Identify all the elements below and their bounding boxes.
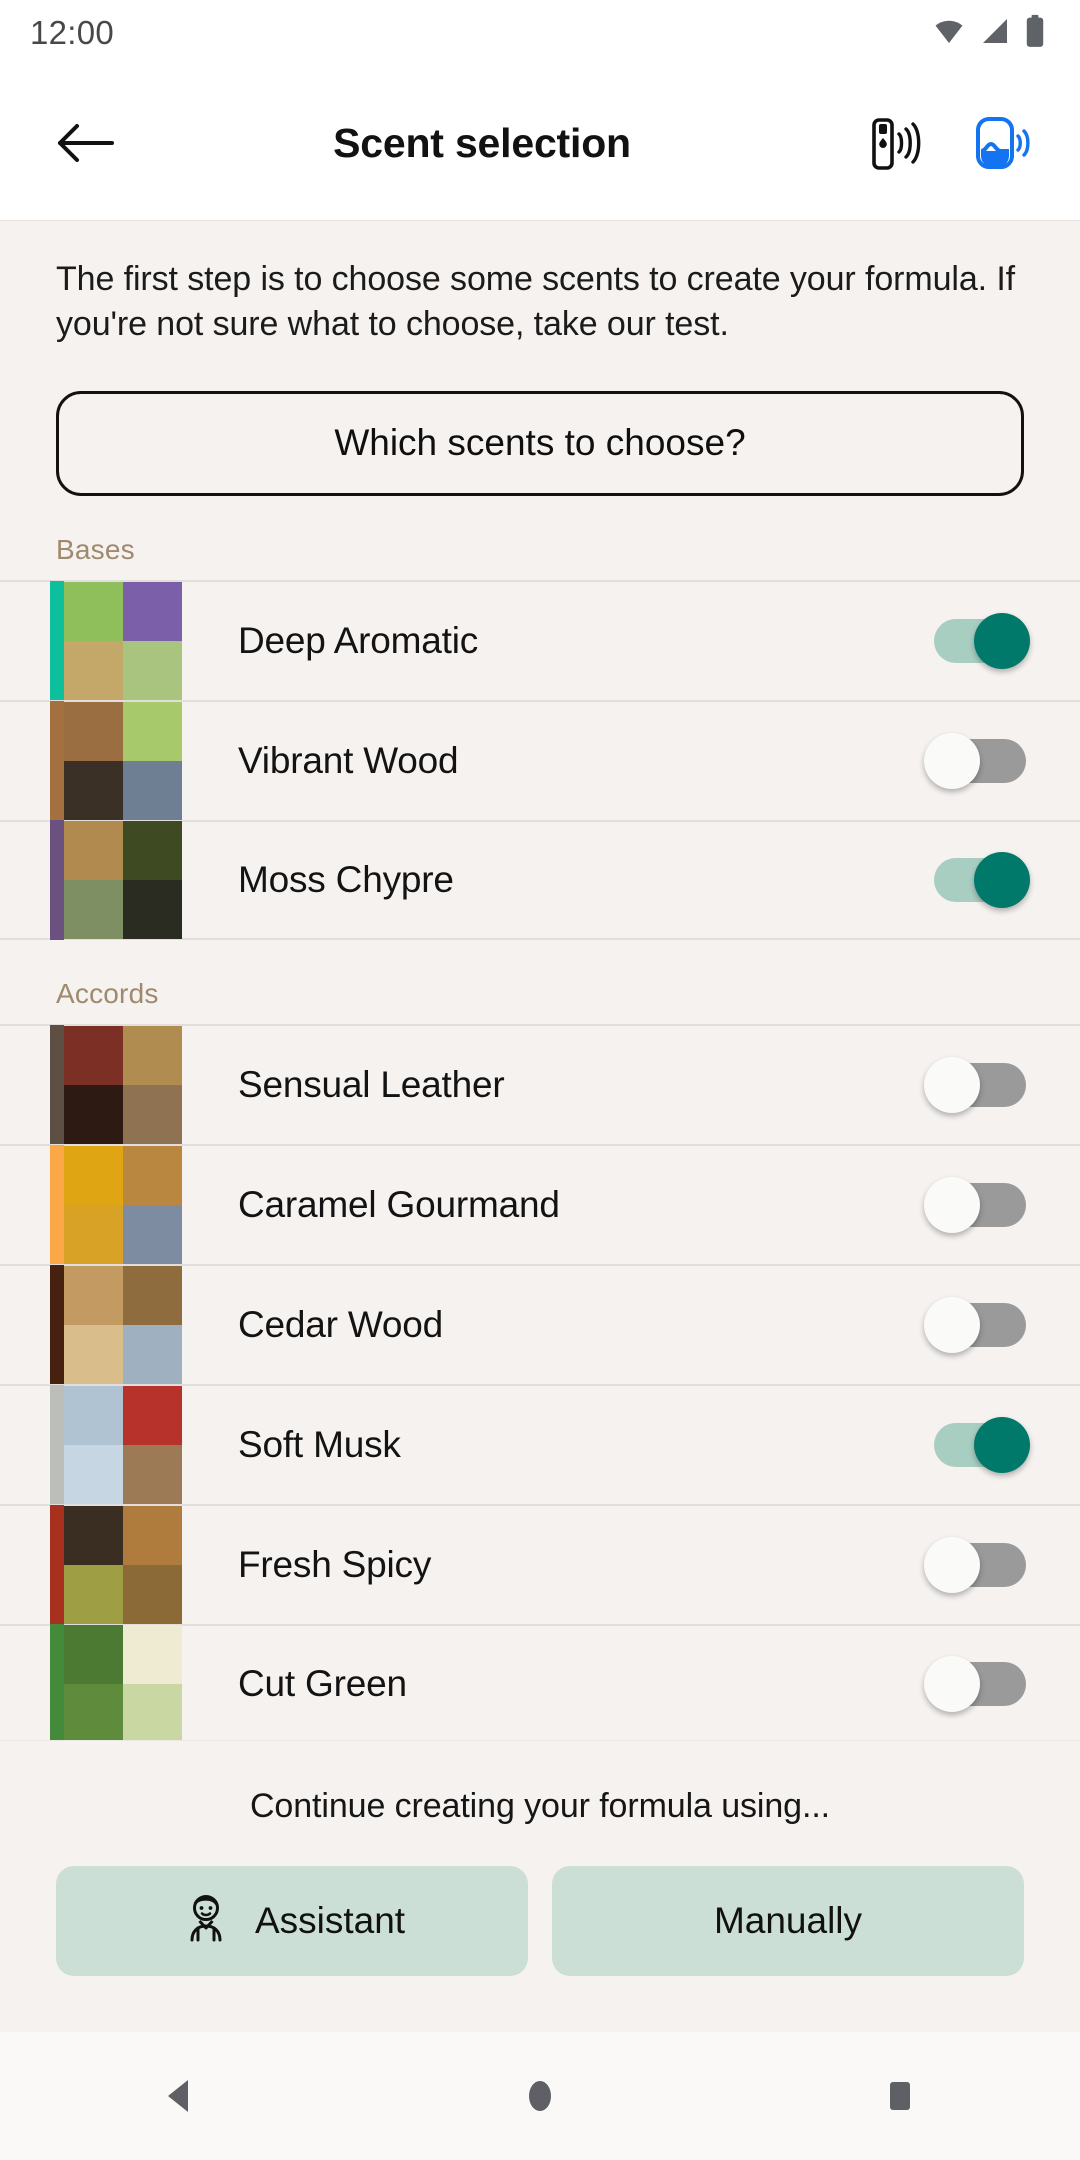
scent-row[interactable]: Soft Musk xyxy=(0,1383,1080,1505)
scent-label: Fresh Spicy xyxy=(238,1543,432,1585)
scent-accent-bar xyxy=(50,580,64,701)
scent-label: Soft Musk xyxy=(238,1423,401,1465)
manually-button-label: Manually xyxy=(713,1900,863,1941)
back-button[interactable] xyxy=(48,106,122,180)
scent-toggle[interactable] xyxy=(930,612,1030,669)
assistant-button-label: Assistant xyxy=(254,1900,406,1941)
scent-label: Sensual Leather xyxy=(238,1063,505,1105)
bottom-sheet-caption: Continue creating your formula using... xyxy=(249,1787,831,1825)
scent-list: Sensual Leather Caramel Gourmand Cedar Woo… xyxy=(0,1023,1080,1740)
scent-toggle[interactable] xyxy=(924,1176,1026,1233)
intro-text: The first step is to choose some scents … xyxy=(56,260,1016,343)
scent-accent-bar xyxy=(50,1264,64,1385)
scent-label: Moss Chypre xyxy=(238,858,454,900)
scent-accent-bar xyxy=(50,700,64,821)
nav-home-button[interactable] xyxy=(465,2032,615,2160)
scent-thumbnail xyxy=(64,820,182,939)
scent-thumbnail xyxy=(64,1505,182,1624)
scent-thumbnail xyxy=(64,1145,182,1264)
section-title-accords: Accords xyxy=(56,977,159,1009)
status-bar-clock: 12:00 xyxy=(30,14,115,51)
scent-thumbnail xyxy=(64,581,182,700)
scent-row[interactable]: Cedar Wood xyxy=(0,1263,1080,1385)
scent-row[interactable]: Caramel Gourmand xyxy=(0,1143,1080,1265)
toggle-knob xyxy=(924,1296,980,1353)
device-connected-icon xyxy=(976,117,1030,169)
scent-sections: Bases Deep Aromatic Vibrant Wood Moss Chypr… xyxy=(0,496,1080,1740)
scent-toggle[interactable] xyxy=(930,1416,1030,1473)
toggle-knob xyxy=(974,851,1030,908)
scent-accent-bar xyxy=(50,1384,64,1505)
home-circle-icon xyxy=(529,2081,551,2111)
scent-accent-bar xyxy=(50,1144,64,1265)
scent-label: Cedar Wood xyxy=(238,1303,444,1345)
toggle-knob xyxy=(924,1056,980,1113)
scent-thumbnail xyxy=(64,701,182,820)
assistant-person-icon xyxy=(179,1890,233,1953)
toggle-knob xyxy=(974,612,1030,669)
scent-thumbnail xyxy=(64,1265,182,1384)
scent-toggle[interactable] xyxy=(924,1296,1026,1353)
app-bar: Scent selection xyxy=(0,66,1080,221)
scent-thumbnail xyxy=(64,1385,182,1504)
toggle-knob xyxy=(924,1536,980,1593)
scent-row[interactable]: Moss Chypre xyxy=(0,819,1080,940)
toggle-knob xyxy=(924,1176,980,1233)
scent-toggle[interactable] xyxy=(924,1056,1026,1113)
bottom-sheet-actions: Assistant Manually xyxy=(56,1866,1024,1976)
bottom-action-sheet: Continue creating your formula using... xyxy=(0,1740,1080,2032)
scent-label: Caramel Gourmand xyxy=(238,1183,560,1225)
scent-row[interactable]: Vibrant Wood xyxy=(0,699,1080,821)
toggle-knob xyxy=(924,1655,980,1712)
arrow-left-icon xyxy=(58,124,114,162)
scent-row[interactable]: Sensual Leather xyxy=(0,1023,1080,1145)
toggle-knob xyxy=(974,1416,1030,1473)
scent-accent-bar xyxy=(50,1504,64,1625)
scent-label: Deep Aromatic xyxy=(238,619,479,661)
scent-toggle[interactable] xyxy=(924,1536,1026,1593)
cellular-signal-icon xyxy=(979,15,1011,52)
scent-list: Deep Aromatic Vibrant Wood Moss Chypre xyxy=(0,579,1080,940)
scent-row[interactable]: Fresh Spicy xyxy=(0,1503,1080,1625)
scent-list-scroll-area[interactable]: The first step is to choose some scents … xyxy=(0,221,1080,1740)
scent-thumbnail xyxy=(64,1025,182,1144)
status-bar-icons xyxy=(932,14,1046,53)
nav-back-button[interactable] xyxy=(105,2032,255,2160)
section-title-bases: Bases xyxy=(56,533,135,565)
scent-label: Vibrant Wood xyxy=(238,739,459,781)
status-bar: 12:00 xyxy=(0,0,1080,66)
android-navigation-bar xyxy=(0,2032,1080,2160)
which-scents-button[interactable]: Which scents to choose? xyxy=(56,390,1024,496)
scent-toggle[interactable] xyxy=(930,851,1030,908)
scent-row[interactable]: Deep Aromatic xyxy=(0,579,1080,701)
scent-label: Cut Green xyxy=(238,1662,407,1704)
diffuser-pen-connected-button[interactable] xyxy=(852,102,934,184)
wifi-icon xyxy=(932,14,966,53)
assistant-button[interactable]: Assistant xyxy=(56,1866,528,1976)
manually-button[interactable]: Manually xyxy=(552,1866,1024,1976)
back-triangle-icon xyxy=(168,2080,188,2112)
scent-selection-screen: 12:00 Scent selection The first step is … xyxy=(0,0,1080,2160)
nav-recents-button[interactable] xyxy=(825,2032,975,2160)
scent-toggle[interactable] xyxy=(924,732,1026,789)
scent-toggle[interactable] xyxy=(924,1655,1026,1712)
scent-row[interactable]: Cut Green xyxy=(0,1623,1080,1740)
recents-square-icon xyxy=(890,2082,910,2110)
page-title: Scent selection xyxy=(333,119,631,166)
toggle-knob xyxy=(924,732,980,789)
scent-accent-bar xyxy=(50,1623,64,1740)
diffuser-pen-connected-icon xyxy=(872,118,921,170)
device-connected-button[interactable] xyxy=(960,102,1042,184)
battery-icon xyxy=(1024,14,1046,53)
scent-accent-bar xyxy=(50,1024,64,1145)
app-bar-actions xyxy=(852,102,1042,184)
scent-thumbnail xyxy=(64,1624,182,1740)
scent-accent-bar xyxy=(50,819,64,940)
